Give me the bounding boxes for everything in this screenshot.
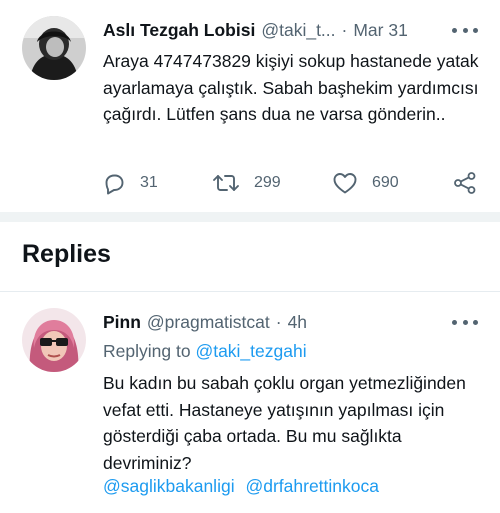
like-button[interactable]: 690 [332,168,399,198]
more-icon[interactable] [452,312,478,332]
like-icon [333,173,357,194]
reply-button[interactable]: 31 [102,168,158,198]
avatar-image [22,308,86,372]
section-divider [0,212,500,222]
mention-link[interactable]: @drfahrettinkoca [245,476,379,496]
author-name[interactable]: Pinn [103,312,141,333]
reply-text: Bu kadın bu sabah çoklu organ yetmezliği… [103,373,466,473]
retweet-icon [213,175,239,191]
separator: · [275,311,282,332]
author-name[interactable]: Aslı Tezgah Lobisi [103,20,255,41]
retweet-button[interactable]: 299 [212,168,281,198]
retweet-count: 299 [254,174,281,191]
reply-icon [105,174,124,195]
mentions: @saglikbakanligi @drfahrettinkoca [103,476,379,497]
tweet-header: Aslı Tezgah Lobisi @taki_t... · Mar 31 [103,17,482,43]
reply-header: Pinn @pragmatistcat · 4h [103,309,482,335]
tweet-actions: 31 299 690 [100,168,490,198]
timestamp[interactable]: Mar 31 [353,20,407,41]
timestamp[interactable]: 4h [288,312,307,333]
reply-count: 31 [140,174,158,191]
replying-prefix: Replying to [103,341,191,361]
tweet: Aslı Tezgah Lobisi @taki_t... · Mar 31 A… [0,0,500,213]
tweet-text: Araya 4747473829 kişiyi sokup hastanede … [103,51,479,124]
replying-to: Replying to @taki_tezgahi [103,341,307,362]
replying-to-link[interactable]: @taki_tezgahi [195,341,306,361]
replies-heading: Replies [22,240,111,268]
reply-tweet: Pinn @pragmatistcat · 4h Replying to @ta… [0,292,500,513]
avatar[interactable] [22,16,86,80]
avatar-image [22,16,86,80]
author-handle[interactable]: @taki_t... [261,20,335,41]
like-count: 690 [372,174,399,191]
more-icon[interactable] [452,20,478,40]
separator: · [341,19,348,40]
share-icon [454,172,476,194]
mention-link[interactable]: @saglikbakanligi [103,476,235,496]
author-handle[interactable]: @pragmatistcat [147,312,270,333]
share-button[interactable] [452,168,478,198]
avatar[interactable] [22,308,86,372]
